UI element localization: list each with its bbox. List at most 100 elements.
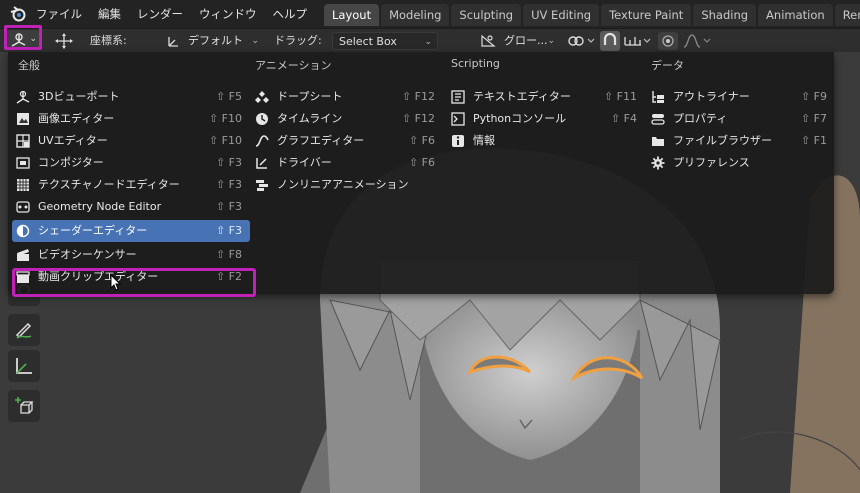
menu-help[interactable]: ヘルプ bbox=[273, 6, 308, 22]
menu-item-drivers[interactable]: ドライバー ⇧ F6 bbox=[255, 152, 439, 174]
video-sequencer-icon bbox=[17, 249, 29, 261]
menu-item-geometry-node-editor[interactable]: Geometry Node Editor ⇧ F3 bbox=[16, 196, 250, 218]
menu-item-label: ドープシート bbox=[277, 90, 343, 103]
falloff-curve-icon[interactable] bbox=[682, 33, 712, 49]
menu-item-shortcut: ⇧ F8 bbox=[215, 248, 242, 261]
menu-item-label: ビデオシーケンサー bbox=[38, 248, 137, 261]
tab-modeling[interactable]: Modeling bbox=[381, 4, 450, 26]
menu-item-shortcut: ⇧ F11 bbox=[603, 90, 637, 103]
menu-edit[interactable]: 編集 bbox=[98, 6, 121, 22]
geometry-node-icon bbox=[16, 201, 30, 213]
python-console-icon bbox=[451, 112, 465, 126]
graph-editor-icon bbox=[255, 135, 269, 147]
menu-item-label: 情報 bbox=[473, 134, 495, 147]
menu-item-label: シェーダーエディター bbox=[38, 224, 148, 237]
tab-texture-paint[interactable]: Texture Paint bbox=[601, 4, 692, 26]
shader-editor-icon bbox=[16, 224, 30, 238]
menu-item-timeline[interactable]: タイムライン ⇧ F12 bbox=[255, 108, 439, 130]
snap-increment-icon[interactable] bbox=[622, 33, 652, 49]
link-icon[interactable] bbox=[566, 33, 596, 49]
menu-item-label: ドライバー bbox=[277, 156, 332, 169]
menu-item-info[interactable]: 情報 bbox=[451, 130, 639, 152]
drag-action-value: Select Box bbox=[339, 35, 397, 48]
folder-icon bbox=[652, 137, 664, 146]
menu-item-shortcut: ⇧ F6 bbox=[408, 134, 435, 147]
dopesheet-icon bbox=[255, 91, 269, 103]
menu-item-outliner[interactable]: アウトライナー ⇧ F9 bbox=[651, 86, 831, 108]
menu-item-shortcut: ⇧ F3 bbox=[215, 200, 242, 213]
menu-item-label: タイムライン bbox=[277, 112, 343, 125]
pivot-value: グロー... bbox=[504, 34, 548, 47]
tool-measure[interactable] bbox=[8, 350, 40, 382]
info-icon bbox=[452, 135, 464, 147]
tab-sculpting[interactable]: Sculpting bbox=[451, 4, 522, 26]
menu-item-shortcut: ⇧ F3 bbox=[215, 224, 242, 237]
coord-system-dropdown[interactable]: デフォルト ⌄ bbox=[182, 32, 264, 50]
menu-item-shortcut: ⇧ F12 bbox=[401, 90, 435, 103]
menu-item-nonlinear-animation[interactable]: ノンリニアアニメーション bbox=[255, 174, 439, 196]
coord-system-value: デフォルト bbox=[188, 34, 243, 47]
tab-rendering[interactable]: Rend bbox=[834, 4, 860, 26]
menu-item-shortcut: ⇧ F12 bbox=[401, 112, 435, 125]
menu-item-preferences[interactable]: プリファレンス bbox=[651, 152, 831, 174]
menu-item-3d-viewport[interactable]: 3Dビューポート ⇧ F5 bbox=[16, 86, 250, 108]
proportional-edit-button[interactable] bbox=[658, 32, 678, 50]
tab-shading[interactable]: Shading bbox=[693, 4, 757, 26]
menu-section-general: 全般 bbox=[18, 59, 40, 72]
menu-item-shortcut: ⇧ F10 bbox=[208, 112, 242, 125]
driver-icon bbox=[256, 158, 267, 169]
menu-item-file-browser[interactable]: ファイルブラウザー ⇧ F1 bbox=[651, 130, 831, 152]
menu-item-shortcut: ⇧ F3 bbox=[215, 156, 242, 169]
menu-item-shortcut: ⇧ F4 bbox=[610, 112, 637, 125]
tab-layout[interactable]: Layout bbox=[324, 4, 380, 26]
chevron-down-icon: ⌄ bbox=[547, 36, 555, 46]
menu-item-label: ファイルブラウザー bbox=[673, 134, 772, 147]
tool-add-cube[interactable] bbox=[8, 390, 40, 422]
menu-item-label: アウトライナー bbox=[673, 90, 750, 103]
menu-file[interactable]: ファイル bbox=[36, 6, 82, 22]
nla-icon bbox=[256, 180, 268, 191]
uv-editor-icon bbox=[16, 134, 30, 148]
menu-item-shader-editor[interactable]: シェーダーエディター ⇧ F3 bbox=[12, 220, 250, 242]
menu-section-data: データ bbox=[651, 59, 684, 72]
menu-render[interactable]: レンダー bbox=[137, 6, 183, 22]
menu-item-label: プロパティ bbox=[673, 112, 728, 125]
menu-item-label: コンポジター bbox=[38, 156, 104, 169]
menu-item-shortcut: ⇧ F3 bbox=[215, 178, 242, 191]
add-cube-icon bbox=[15, 397, 34, 414]
chevron-down-icon: ⌄ bbox=[251, 36, 259, 46]
menu-item-image-editor[interactable]: 画像エディター ⇧ F10 bbox=[16, 108, 250, 130]
blender-logo-icon[interactable] bbox=[10, 6, 26, 22]
pivot-point-icon[interactable] bbox=[480, 34, 496, 48]
drag-label: ドラッグ: bbox=[274, 34, 322, 47]
menu-item-texture-node-editor[interactable]: テクスチャノードエディター ⇧ F3 bbox=[16, 174, 250, 196]
menu-item-uv-editor[interactable]: UVエディター ⇧ F10 bbox=[16, 130, 250, 152]
menu-item-label: Pythonコンソール bbox=[473, 112, 567, 125]
editor-type-menu: 全般 3Dビューポート ⇧ F5 画像エディター ⇧ F10 UVエディター ⇧… bbox=[8, 52, 834, 297]
menu-item-properties[interactable]: プロパティ ⇧ F7 bbox=[651, 108, 831, 130]
viewport-header: ⌄ 座標系: デフォルト ⌄ ドラッグ: Select Box ⌄ グロー...… bbox=[0, 28, 860, 53]
tab-animation[interactable]: Animation bbox=[758, 4, 833, 26]
coord-system-label: 座標系: bbox=[90, 34, 127, 47]
tab-uv-editing[interactable]: UV Editing bbox=[523, 4, 600, 26]
menu-item-python-console[interactable]: Pythonコンソール ⇧ F4 bbox=[451, 108, 639, 130]
drag-action-dropdown[interactable]: Select Box ⌄ bbox=[332, 32, 438, 50]
transform-gizmo-icon[interactable] bbox=[52, 32, 76, 50]
menu-item-compositor[interactable]: コンポジター ⇧ F3 bbox=[16, 152, 250, 174]
orientation-icon bbox=[168, 37, 178, 47]
menu-window[interactable]: ウィンドウ bbox=[199, 6, 257, 22]
pivot-dropdown[interactable]: グロー... ⌄ bbox=[498, 32, 560, 50]
menu-section-animation: アニメーション bbox=[255, 59, 332, 72]
chevron-down-icon: ⌄ bbox=[424, 37, 432, 47]
menu-item-graph-editor[interactable]: グラフエディター ⇧ F6 bbox=[255, 130, 439, 152]
menu-item-shortcut: ⇧ F9 bbox=[800, 90, 827, 103]
shader-editor-highlight bbox=[12, 268, 256, 297]
menu-item-dopesheet[interactable]: ドープシート ⇧ F12 bbox=[255, 86, 439, 108]
menu-item-shortcut: ⇧ F6 bbox=[408, 156, 435, 169]
snap-button[interactable] bbox=[600, 31, 620, 51]
texture-node-icon bbox=[17, 179, 29, 191]
menu-item-shortcut: ⇧ F1 bbox=[800, 134, 827, 147]
tool-annotate[interactable] bbox=[8, 314, 40, 346]
menu-item-video-sequencer[interactable]: ビデオシーケンサー ⇧ F8 bbox=[16, 244, 250, 266]
menu-item-text-editor[interactable]: テキストエディター ⇧ F11 bbox=[451, 86, 639, 108]
